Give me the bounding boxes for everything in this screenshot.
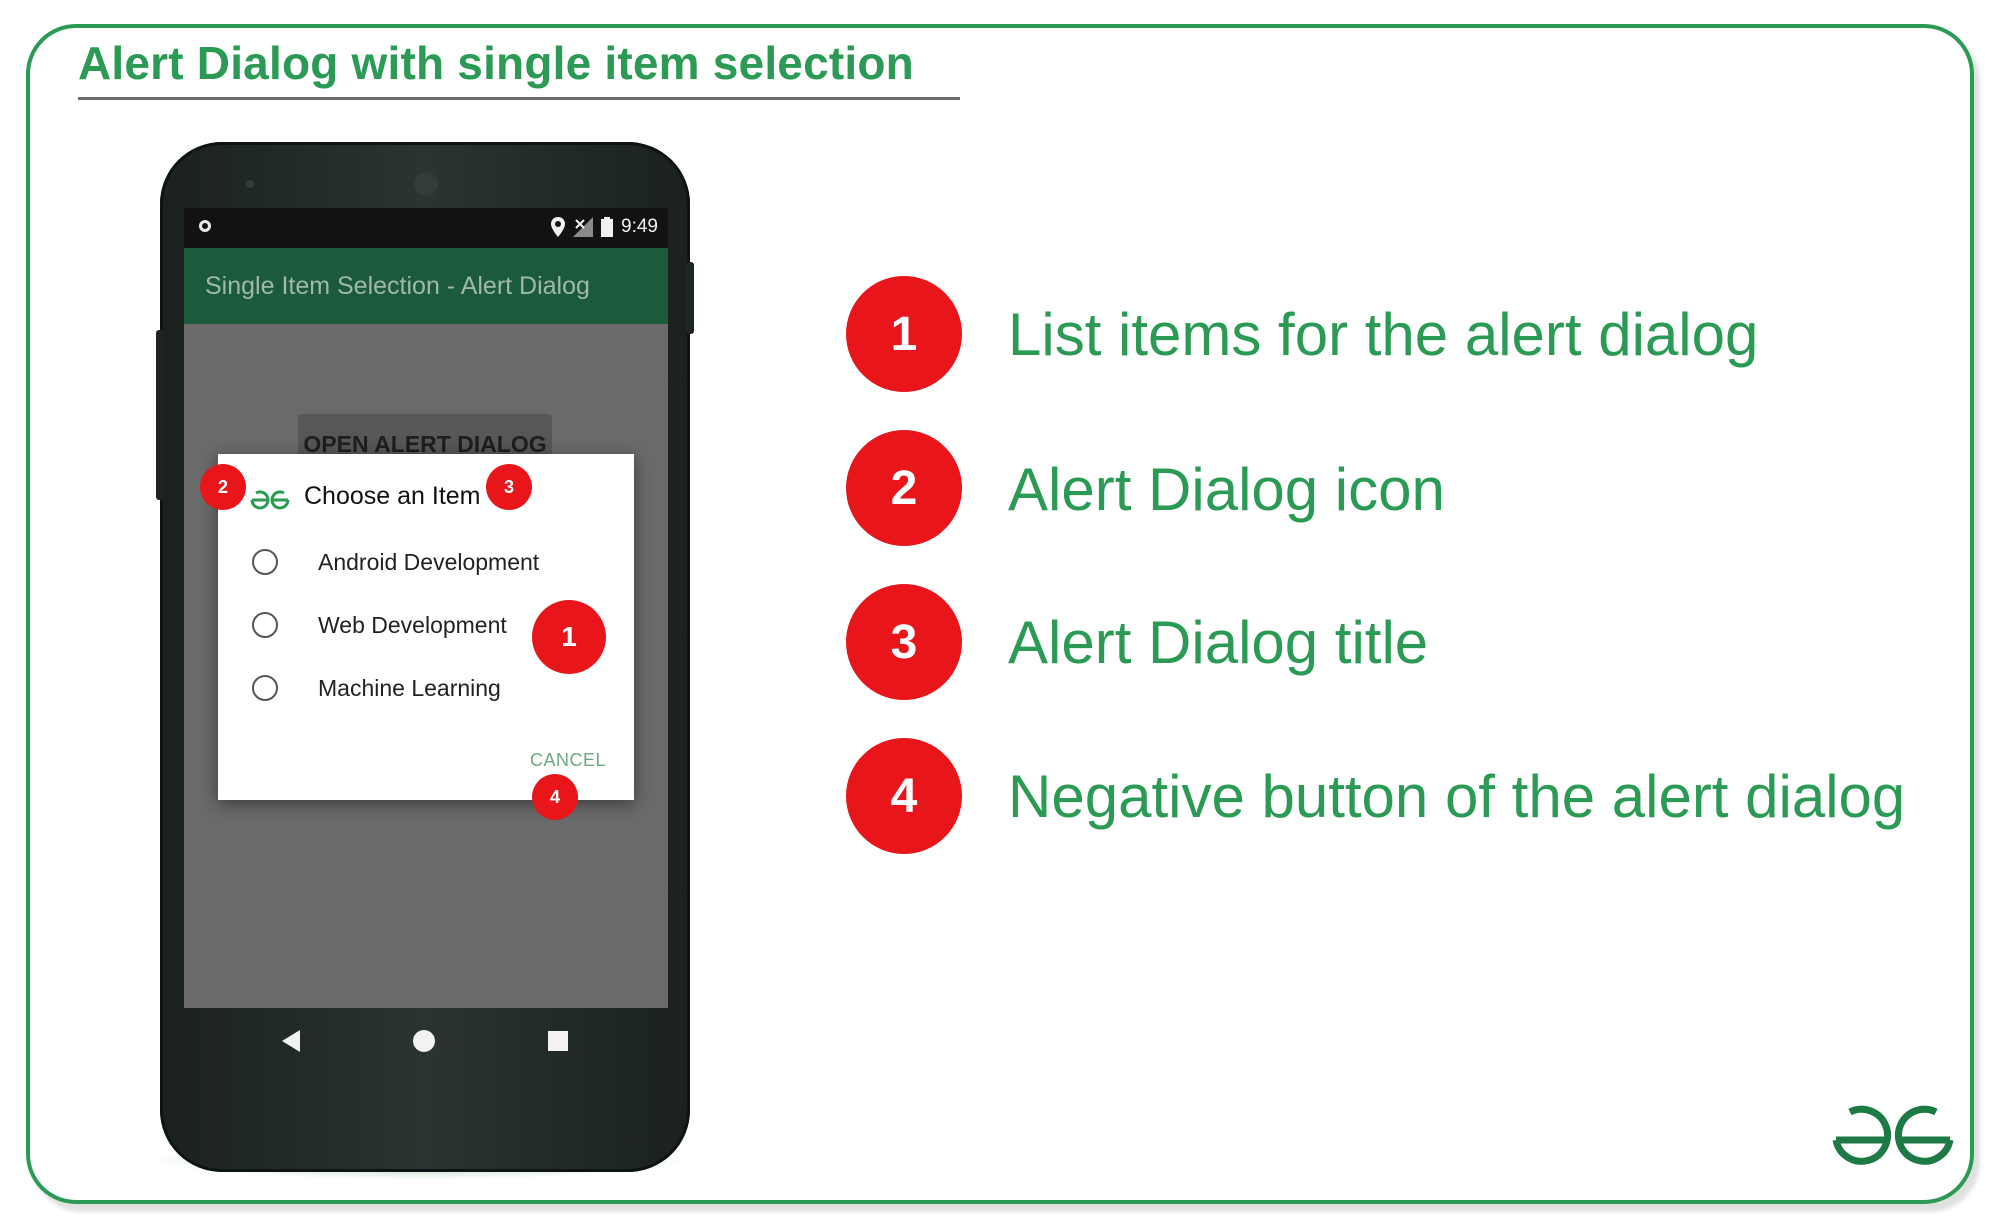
- title-underline: [78, 97, 960, 100]
- legend-text-1: List items for the alert dialog: [1008, 301, 1759, 368]
- gfg-logo-icon: [250, 490, 290, 510]
- status-bar: 9:49: [184, 208, 668, 248]
- radio-button[interactable]: [252, 612, 278, 638]
- front-camera: [414, 172, 438, 196]
- dialog-item-label: Android Development: [318, 548, 540, 575]
- dialog-item-label: Web Development: [318, 611, 507, 638]
- legend-badge-1: 1: [846, 276, 962, 392]
- page-title: Alert Dialog with single item selection: [78, 37, 914, 89]
- legend-badge-3: 3: [846, 584, 962, 700]
- dialog-item-web[interactable]: Web Development: [252, 605, 507, 645]
- dialog-title: Choose an Item: [304, 482, 481, 510]
- dialog-item-android[interactable]: Android Development: [252, 542, 539, 582]
- dialog-item-label: Machine Learning: [318, 674, 501, 701]
- recents-icon[interactable]: [548, 1031, 568, 1051]
- camera-dot: [246, 180, 254, 188]
- app-bar: Single Item Selection - Alert Dialog: [184, 248, 668, 324]
- legend-text-2: Alert Dialog icon: [1008, 456, 1445, 523]
- dialog-item-ml[interactable]: Machine Learning: [252, 668, 501, 708]
- back-icon[interactable]: [282, 1030, 300, 1052]
- notification-icon: [199, 220, 211, 232]
- home-icon[interactable]: [413, 1030, 435, 1052]
- navigation-bar: [184, 1008, 668, 1078]
- legend-text-4: Negative button of the alert dialog: [1008, 763, 1906, 830]
- cancel-button[interactable]: CANCEL: [530, 750, 606, 771]
- no-signal-icon: [573, 217, 594, 237]
- callout-badge-negative: 4: [532, 774, 578, 820]
- legend-badge-2: 2: [846, 430, 962, 546]
- radio-button[interactable]: [252, 549, 278, 575]
- legend-text-3: Alert Dialog title: [1008, 609, 1429, 676]
- status-icons: 9:49: [551, 216, 658, 238]
- radio-button[interactable]: [252, 675, 278, 701]
- location-icon: [551, 217, 566, 237]
- gfg-logo-icon: [1832, 1105, 1954, 1165]
- callout-badge-title: 3: [486, 464, 532, 510]
- volume-button: [156, 330, 164, 500]
- callout-badge-icon: 2: [200, 464, 246, 510]
- status-time: 9:49: [621, 216, 658, 237]
- battery-icon: [601, 217, 614, 237]
- power-button: [686, 262, 694, 334]
- callout-badge-items: 1: [532, 600, 606, 674]
- legend-badge-4: 4: [846, 738, 962, 854]
- app-bar-title: Single Item Selection - Alert Dialog: [205, 272, 590, 300]
